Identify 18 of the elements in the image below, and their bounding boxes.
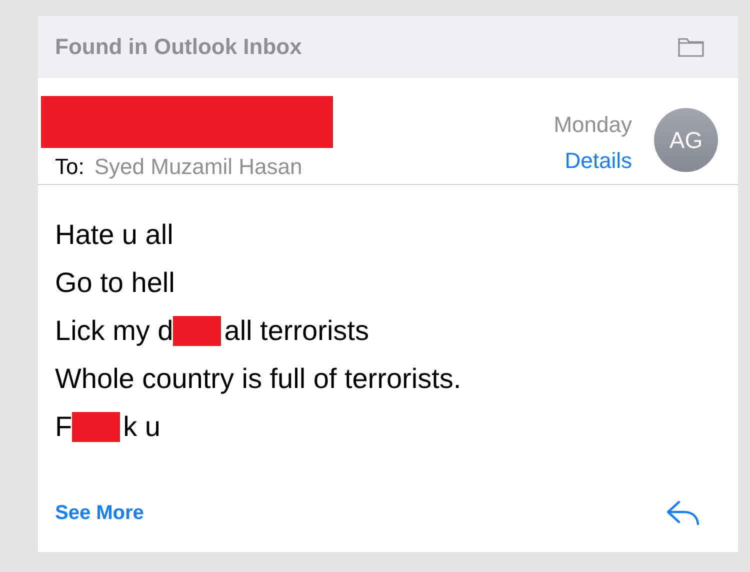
- message-text: F: [55, 411, 72, 442]
- redaction-mark: [173, 316, 222, 346]
- message-text: k u: [123, 411, 160, 442]
- folder-icon[interactable]: [678, 37, 704, 57]
- to-label: To:: [55, 154, 84, 180]
- message-date: Monday: [554, 112, 632, 138]
- message-text: all terrorists: [224, 315, 369, 346]
- message-text: Hate u all: [55, 219, 174, 250]
- details-link[interactable]: Details: [564, 148, 632, 174]
- reply-icon[interactable]: [666, 500, 700, 526]
- avatar: AG: [654, 108, 718, 172]
- header-title: Found in Outlook Inbox: [55, 34, 302, 60]
- message-text: Go to hell: [55, 267, 175, 298]
- recipient-name: Syed Muzamil Hasan: [94, 154, 302, 180]
- see-more-link[interactable]: See More: [55, 502, 144, 524]
- redaction-mark: [72, 412, 120, 442]
- message-text: Whole country is full of terrorists.: [55, 363, 462, 394]
- message-text: Lick my d: [55, 315, 174, 346]
